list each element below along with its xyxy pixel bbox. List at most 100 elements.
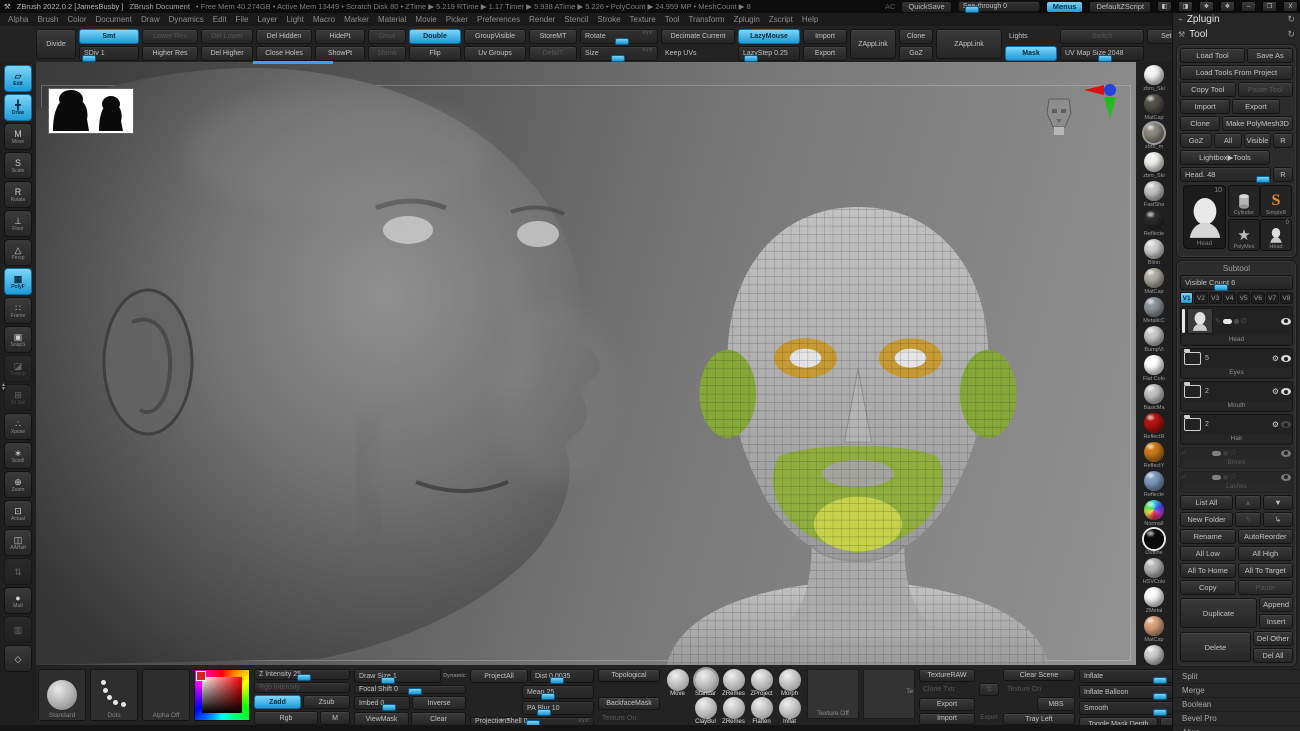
texture-slot-2[interactable]: Te — [863, 669, 915, 719]
divide-button[interactable]: Divide — [36, 29, 76, 59]
load-tools-from-project-button[interactable]: Load Tools From Project — [1180, 65, 1293, 80]
material-item[interactable]: Blinn — [1144, 239, 1164, 266]
material-item[interactable]: Flat Colo — [1143, 355, 1165, 382]
tool-refresh-icon[interactable]: ↻ — [1287, 29, 1295, 40]
copy-subtool-button[interactable]: Copy — [1180, 580, 1236, 595]
duplicate-button[interactable]: Duplicate — [1180, 598, 1257, 628]
switch-button[interactable]: Switch — [1060, 29, 1144, 44]
left-shelf-button[interactable]: ◪ Transp — [4, 355, 32, 382]
tray-toggle-right-icon[interactable]: ◨ — [1178, 1, 1193, 12]
brush-shortcut[interactable]: Standar — [692, 669, 719, 697]
menu-item[interactable]: Stroke — [597, 15, 620, 24]
visible-count-slider[interactable]: Visible Count 6 — [1180, 275, 1293, 290]
material-item[interactable]: ReflectY — [1144, 442, 1165, 469]
smt-button[interactable]: Smt — [79, 29, 139, 44]
hidept-button[interactable]: HidePt — [315, 29, 365, 44]
visibility-tab[interactable]: V8 — [1280, 292, 1293, 304]
menu-item[interactable]: Draw — [141, 15, 160, 24]
storemt-button[interactable]: StoreMT — [529, 29, 577, 44]
menu-item[interactable]: Zscript — [769, 15, 793, 24]
import-texture-button[interactable]: Import — [919, 713, 975, 726]
section-header[interactable]: Align — [1173, 725, 1300, 731]
draw-size-slider[interactable]: Draw Size 1 — [354, 669, 441, 683]
polypaint-toggle-icon[interactable] — [1223, 319, 1232, 324]
uv-toggle-icon[interactable] — [1223, 451, 1228, 456]
tool-palette-header[interactable]: ⚒ Tool ↻ — [1173, 27, 1300, 42]
material-item[interactable]: zbro_Ski — [1143, 65, 1164, 92]
flip-button[interactable]: Flip — [409, 46, 461, 61]
setup-model-side-button[interactable]: Setup Model Side — [1160, 717, 1172, 725]
uv-toggle-icon[interactable] — [1223, 475, 1228, 480]
polypaint-toggle-icon[interactable] — [1212, 475, 1221, 480]
polypaint-toggle-icon[interactable] — [1212, 451, 1221, 456]
menu-item[interactable]: Transform — [688, 15, 724, 24]
menu-item[interactable]: Preferences — [477, 15, 520, 24]
brush-palette-icon[interactable]: ❖ — [1199, 1, 1214, 12]
mbs-button[interactable]: MBS — [1037, 697, 1075, 711]
zplugin-refresh-icon[interactable]: ↻ — [1287, 14, 1295, 25]
material-item[interactable]: ZMetal — [1144, 587, 1164, 614]
menu-item[interactable]: Macro — [313, 15, 335, 24]
menu-item[interactable]: Help — [802, 15, 818, 24]
all-to-home-button[interactable]: All To Home — [1180, 563, 1236, 578]
restore-button[interactable]: ❐ — [1262, 1, 1277, 12]
copy-tool-button[interactable]: Copy Tool — [1180, 82, 1236, 97]
camera-head-icon[interactable] — [1044, 95, 1074, 137]
section-header[interactable]: Bevel Pro — [1173, 711, 1300, 725]
del-hidden-button[interactable]: Del Hidden — [256, 29, 312, 44]
menu-item[interactable]: Alpha — [8, 15, 28, 24]
brush-shortcut[interactable]: ZProject — [748, 669, 775, 697]
left-shelf-button[interactable]: S Scale — [4, 152, 32, 179]
paste-tool-button[interactable]: Paste Tool — [1238, 82, 1294, 97]
brush-shortcut[interactable]: ZRemes — [720, 669, 747, 697]
goz-all-button[interactable]: All — [1214, 133, 1242, 148]
material-item[interactable]: Reflecte — [1144, 471, 1164, 498]
save-as-button[interactable]: Save As — [1247, 48, 1293, 63]
left-shelf-button[interactable]: M Move — [4, 123, 32, 150]
brush-shortcut[interactable]: ZRemes — [720, 697, 747, 725]
material-item[interactable]: MetalicC — [1143, 297, 1164, 324]
mask-button[interactable]: Mask — [1005, 46, 1057, 61]
material-item[interactable]: zbro_m — [1144, 123, 1164, 150]
subtool-folder-item[interactable]: 2 ⚙ Mouth — [1180, 381, 1293, 412]
del-lower-button[interactable]: Del Lower — [201, 29, 253, 44]
visibility-eye-icon[interactable] — [1281, 474, 1291, 481]
lazymouse-button[interactable]: LazyMouse — [738, 29, 800, 44]
shrink-button[interactable]: Shrink — [368, 46, 406, 61]
left-shelf-button[interactable]: ◫ AAHalf — [4, 529, 32, 556]
material-item[interactable]: Reflecte — [1144, 210, 1164, 237]
material-item[interactable]: zbro_Ski — [1143, 152, 1164, 179]
material-item[interactable]: MatCap — [1144, 616, 1164, 643]
viewmask-button[interactable]: ViewMask — [354, 712, 409, 725]
tray-left-button[interactable]: Tray Left — [1003, 713, 1075, 725]
autoreorder-button[interactable]: AutoReorder — [1238, 529, 1294, 544]
menu-item[interactable]: Brush — [37, 15, 58, 24]
higher-res-button[interactable]: Higher Res — [142, 46, 198, 61]
folder-gear-icon[interactable]: ⚙ — [1272, 421, 1279, 429]
export-button[interactable]: Export — [803, 46, 847, 61]
paste-subtool-button[interactable]: Paste — [1238, 580, 1294, 595]
inflate-slider[interactable]: Inflate — [1079, 669, 1172, 683]
menu-item[interactable]: Material — [378, 15, 406, 24]
all-low-button[interactable]: All Low — [1180, 546, 1236, 561]
reference-image-thumbnail[interactable] — [48, 88, 134, 134]
make-polymesh3d-button[interactable]: Make PolyMesh3D — [1222, 116, 1293, 131]
visibility-tab[interactable]: V3 — [1209, 292, 1222, 304]
subtool-title[interactable]: Subtool — [1180, 264, 1293, 273]
zadd-button[interactable]: Zadd — [254, 695, 301, 709]
z-intensity-slider[interactable]: Z Intensity 25 — [254, 669, 350, 680]
left-shelf-button[interactable]: ╋ Draw — [4, 94, 32, 121]
folder-gear-icon[interactable]: ⚙ — [1272, 388, 1279, 396]
insert-button[interactable]: Insert — [1259, 614, 1293, 629]
zsub-button[interactable]: Zsub — [303, 695, 350, 709]
visibility-eye-icon[interactable] — [1281, 388, 1291, 395]
menu-item[interactable]: Edit — [213, 15, 227, 24]
left-shelf-button[interactable]: ▱ Edit — [4, 65, 32, 92]
export-tool-button[interactable]: Export — [1232, 99, 1280, 114]
document-canvas[interactable] — [36, 62, 1136, 665]
saturation-value-square[interactable] — [202, 677, 242, 713]
left-shelf-button[interactable]: ∴ Xpose — [4, 413, 32, 440]
menu-item[interactable]: Color — [67, 15, 86, 24]
tray-project-all-button[interactable]: ProjectAll — [470, 669, 528, 683]
menu-item[interactable]: Picker — [446, 15, 468, 24]
